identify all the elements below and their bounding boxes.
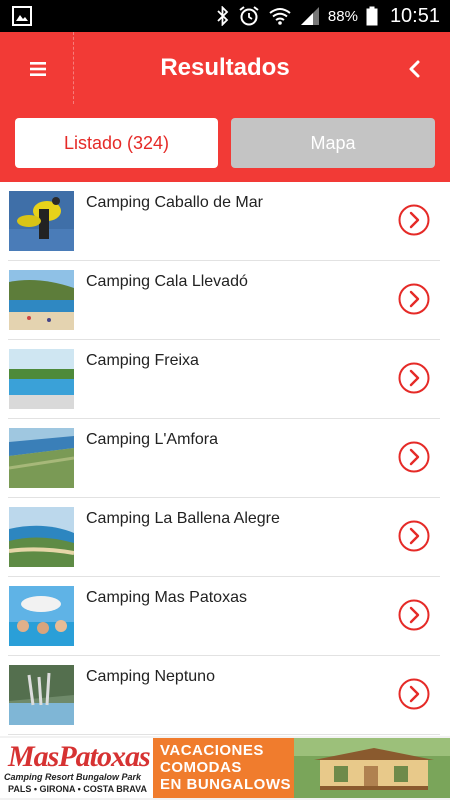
status-icons: 88% 10:51: [216, 0, 440, 32]
page-title: Resultados: [160, 54, 290, 81]
chevron-right-circle-icon[interactable]: [398, 362, 430, 394]
chevron-right-circle-icon[interactable]: [398, 520, 430, 552]
battery-percent: 88%: [327, 7, 358, 25]
view-tabs: Listado (324) Mapa: [0, 104, 450, 182]
campsite-name: Camping Freixa: [86, 352, 199, 369]
tab-mapa[interactable]: Mapa: [231, 118, 435, 168]
bluetooth-icon: [217, 6, 229, 26]
campsite-photo: [9, 586, 74, 646]
clock: 10:51: [389, 4, 440, 27]
list-item[interactable]: Camping L'Amfora: [8, 419, 440, 498]
ad-slogan-line: COMODAS: [160, 759, 242, 776]
list-item[interactable]: Camping Freixa: [8, 340, 440, 419]
app-header: Resultados: [0, 32, 450, 104]
gallery-icon: [12, 6, 32, 26]
battery-icon: [366, 6, 378, 26]
results-list: Camping Caballo de Mar Camping Cala Llev…: [0, 182, 450, 735]
ad-logo-text: MasPatoxas: [8, 740, 151, 773]
campsite-photo: [9, 665, 74, 725]
chevron-right-circle-icon[interactable]: [398, 283, 430, 315]
ad-slogan: VACACIONES COMODAS EN BUNGALOWS: [153, 738, 294, 798]
chevron-right-circle-icon[interactable]: [398, 204, 430, 236]
status-bar: 88% 10:51: [0, 0, 450, 32]
list-item[interactable]: Camping Mas Patoxas: [8, 577, 440, 656]
campsite-name: Camping La Ballena Alegre: [86, 510, 280, 527]
list-item[interactable]: Camping La Ballena Alegre: [8, 498, 440, 577]
list-item[interactable]: Camping Neptuno: [8, 656, 440, 735]
chevron-right-circle-icon[interactable]: [398, 599, 430, 631]
campsite-photo: [9, 428, 74, 488]
ad-bungalow-photo: [294, 738, 450, 798]
chevron-right-circle-icon[interactable]: [398, 678, 430, 710]
ad-logo-subtitle: Camping Resort Bungalow Park: [4, 772, 142, 782]
list-item[interactable]: Camping Cala Llevadó: [8, 261, 440, 340]
list-item[interactable]: Camping Caballo de Mar: [8, 182, 440, 261]
campsite-photo: [9, 507, 74, 567]
campsite-name: Camping Neptuno: [86, 668, 215, 685]
ad-logo-location: PALS • GIRONA • COSTA BRAVA: [8, 784, 147, 794]
campsite-name: Camping L'Amfora: [86, 431, 218, 448]
campsite-name: Camping Mas Patoxas: [86, 589, 247, 606]
campsite-name: Camping Cala Llevadó: [86, 273, 248, 290]
wifi-icon: [269, 8, 291, 25]
back-chevron-icon[interactable]: [402, 56, 428, 82]
campsite-photo: [9, 191, 74, 251]
chevron-right-circle-icon[interactable]: [398, 441, 430, 473]
campsite-photo: [9, 349, 74, 409]
tab-listado[interactable]: Listado (324): [15, 118, 218, 168]
campsite-name: Camping Caballo de Mar: [86, 194, 263, 211]
ad-slogan-line: VACACIONES: [160, 742, 264, 759]
signal-icon: [300, 7, 319, 25]
ad-logo: MasPatoxas Camping Resort Bungalow Park …: [0, 738, 153, 798]
ad-slogan-line: EN BUNGALOWS: [160, 776, 291, 793]
campsite-photo: [9, 270, 74, 330]
alarm-icon: [239, 6, 259, 26]
ad-banner[interactable]: MasPatoxas Camping Resort Bungalow Park …: [0, 736, 450, 800]
